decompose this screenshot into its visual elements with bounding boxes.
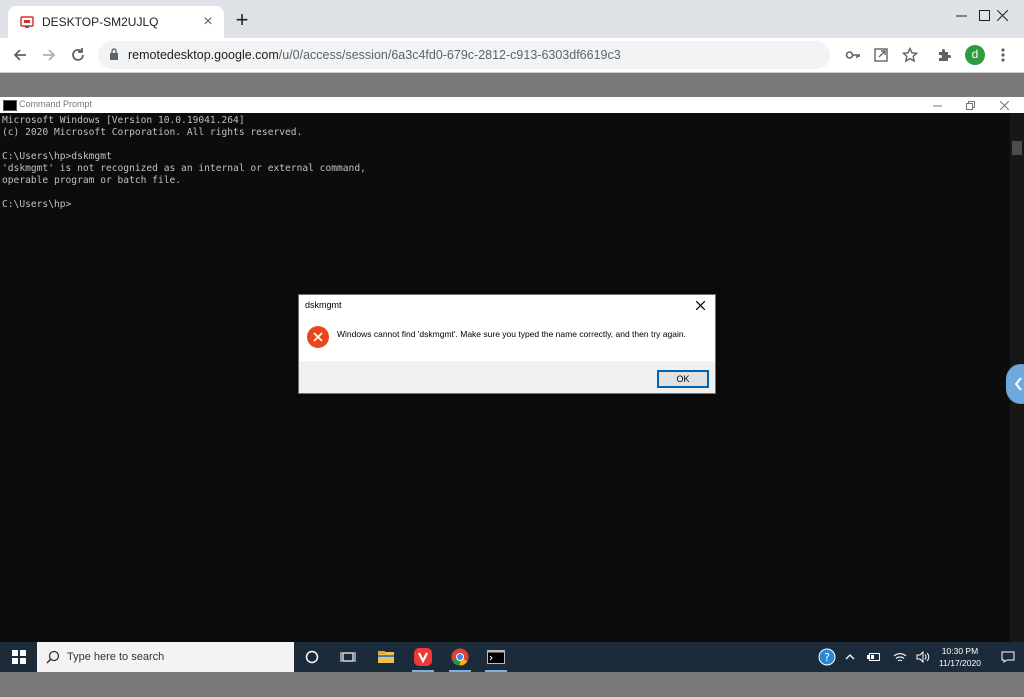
reload-icon <box>72 48 84 61</box>
cmd-close-button[interactable] <box>989 97 1019 113</box>
cmd-titlebar[interactable]: Command Prompt <box>0 97 1024 113</box>
reload-button[interactable] <box>67 44 89 66</box>
close-icon <box>996 9 1008 21</box>
url-path: /u/0/access/session/6a3c4fd0-679c-2812-c… <box>278 48 621 62</box>
search-icon <box>46 650 60 664</box>
scrollbar-thumb[interactable] <box>1012 141 1022 155</box>
chevron-up-icon <box>845 654 855 660</box>
console-line: (c) 2020 Microsoft Corporation. All righ… <box>2 127 303 138</box>
close-window-button[interactable] <box>979 0 1024 30</box>
new-tab-button[interactable]: + <box>232 9 252 31</box>
menu-button[interactable] <box>992 44 1014 66</box>
task-view-icon <box>340 652 356 662</box>
console-output[interactable]: Microsoft Windows [Version 10.0.19041.26… <box>2 115 366 211</box>
wifi-icon <box>893 653 907 662</box>
lock-icon <box>110 48 118 60</box>
forward-button[interactable] <box>38 44 60 66</box>
terminal-icon <box>487 650 505 664</box>
side-panel-handle[interactable] <box>1006 364 1024 404</box>
url-host: remotedesktop.google.com <box>128 48 279 62</box>
remote-bottom-margin <box>0 672 1024 697</box>
battery-icon <box>867 653 880 661</box>
speaker-icon <box>916 651 930 663</box>
browser-toolbar: remotedesktop.google.com/u/0/access/sess… <box>0 38 1024 73</box>
error-icon <box>307 326 329 348</box>
profile-avatar[interactable]: d <box>965 45 985 65</box>
star-icon <box>902 47 918 63</box>
key-button[interactable] <box>842 44 864 66</box>
help-question-icon: ? <box>818 648 836 666</box>
clock-time: 10:30 PM <box>941 646 979 656</box>
cortana-button[interactable] <box>295 642 329 672</box>
back-button[interactable] <box>9 44 31 66</box>
console-line: C:\Users\hp>dskmgmt <box>2 151 112 162</box>
kebab-menu-icon <box>1001 48 1005 62</box>
console-prompt-line: C:\Users\hp> <box>2 199 72 210</box>
bookmark-button[interactable] <box>899 44 921 66</box>
dialog-title: dskmgmt <box>305 300 342 310</box>
show-hidden-icons-button[interactable] <box>838 642 862 672</box>
close-icon <box>999 100 1009 110</box>
windows-taskbar: Type here to search ? 10:30 PM 11/17/202… <box>0 642 1024 672</box>
battery-tray-button[interactable] <box>862 642 886 672</box>
extensions-button[interactable] <box>934 44 956 66</box>
console-line: Microsoft Windows [Version 10.0.19041.26… <box>2 115 245 126</box>
forward-arrow-icon <box>43 49 56 61</box>
remote-desktop-icon <box>20 16 34 28</box>
chrome-button[interactable] <box>443 642 477 672</box>
browser-tab[interactable]: DESKTOP-SM2UJLQ × <box>8 6 224 38</box>
volume-tray-button[interactable] <box>911 642 935 672</box>
cortana-circle-icon <box>305 650 319 664</box>
svg-text:?: ? <box>824 651 830 664</box>
key-icon <box>845 51 860 59</box>
dialog-message: Windows cannot find 'dskmgmt'. Make sure… <box>337 329 686 339</box>
notifications-button[interactable] <box>996 642 1020 672</box>
browser-tab-strip: DESKTOP-SM2UJLQ × + <box>0 0 1024 38</box>
search-placeholder: Type here to search <box>67 651 165 663</box>
dialog-footer: OK <box>299 361 715 393</box>
tab-title: DESKTOP-SM2UJLQ <box>42 15 159 29</box>
chrome-icon <box>451 648 469 666</box>
console-line: 'dskmgmt' is not recognized as an intern… <box>2 163 366 174</box>
cmd-icon <box>3 100 17 111</box>
console-line: operable program or batch file. <box>2 175 182 186</box>
ok-button[interactable]: OK <box>657 370 709 388</box>
command-prompt-taskbar-button[interactable] <box>479 642 513 672</box>
clock-date: 11/17/2020 <box>939 658 981 668</box>
cmd-restore-button[interactable] <box>955 97 985 113</box>
url-text: remotedesktop.google.com/u/0/access/sess… <box>128 48 621 62</box>
clock[interactable]: 10:30 PM 11/17/2020 <box>936 645 984 669</box>
error-dialog: dskmgmt Windows cannot find 'dskmgmt'. M… <box>298 294 716 394</box>
taskbar-search-box[interactable]: Type here to search <box>37 642 294 672</box>
address-bar[interactable]: remotedesktop.google.com/u/0/access/sess… <box>98 41 830 69</box>
external-link-icon <box>874 48 888 62</box>
puzzle-icon <box>939 49 951 61</box>
task-view-button[interactable] <box>331 642 365 672</box>
vivaldi-button[interactable] <box>406 642 440 672</box>
dialog-close-button[interactable] <box>693 298 707 312</box>
chevron-left-icon <box>1014 377 1022 391</box>
open-external-button[interactable] <box>870 44 892 66</box>
close-icon <box>695 300 705 310</box>
minimize-icon <box>932 105 942 106</box>
cmd-minimize-button[interactable] <box>922 97 952 113</box>
start-button[interactable] <box>2 642 36 672</box>
cmd-title: Command Prompt <box>19 99 93 109</box>
notification-icon <box>1001 651 1015 663</box>
windows-logo-icon <box>12 650 26 664</box>
vivaldi-icon <box>414 648 432 666</box>
tab-close-icon[interactable]: × <box>200 14 216 30</box>
back-arrow-icon <box>13 49 26 61</box>
restore-icon <box>965 100 975 110</box>
file-explorer-button[interactable] <box>369 642 403 672</box>
folder-icon <box>378 651 394 663</box>
network-tray-button[interactable] <box>888 642 912 672</box>
